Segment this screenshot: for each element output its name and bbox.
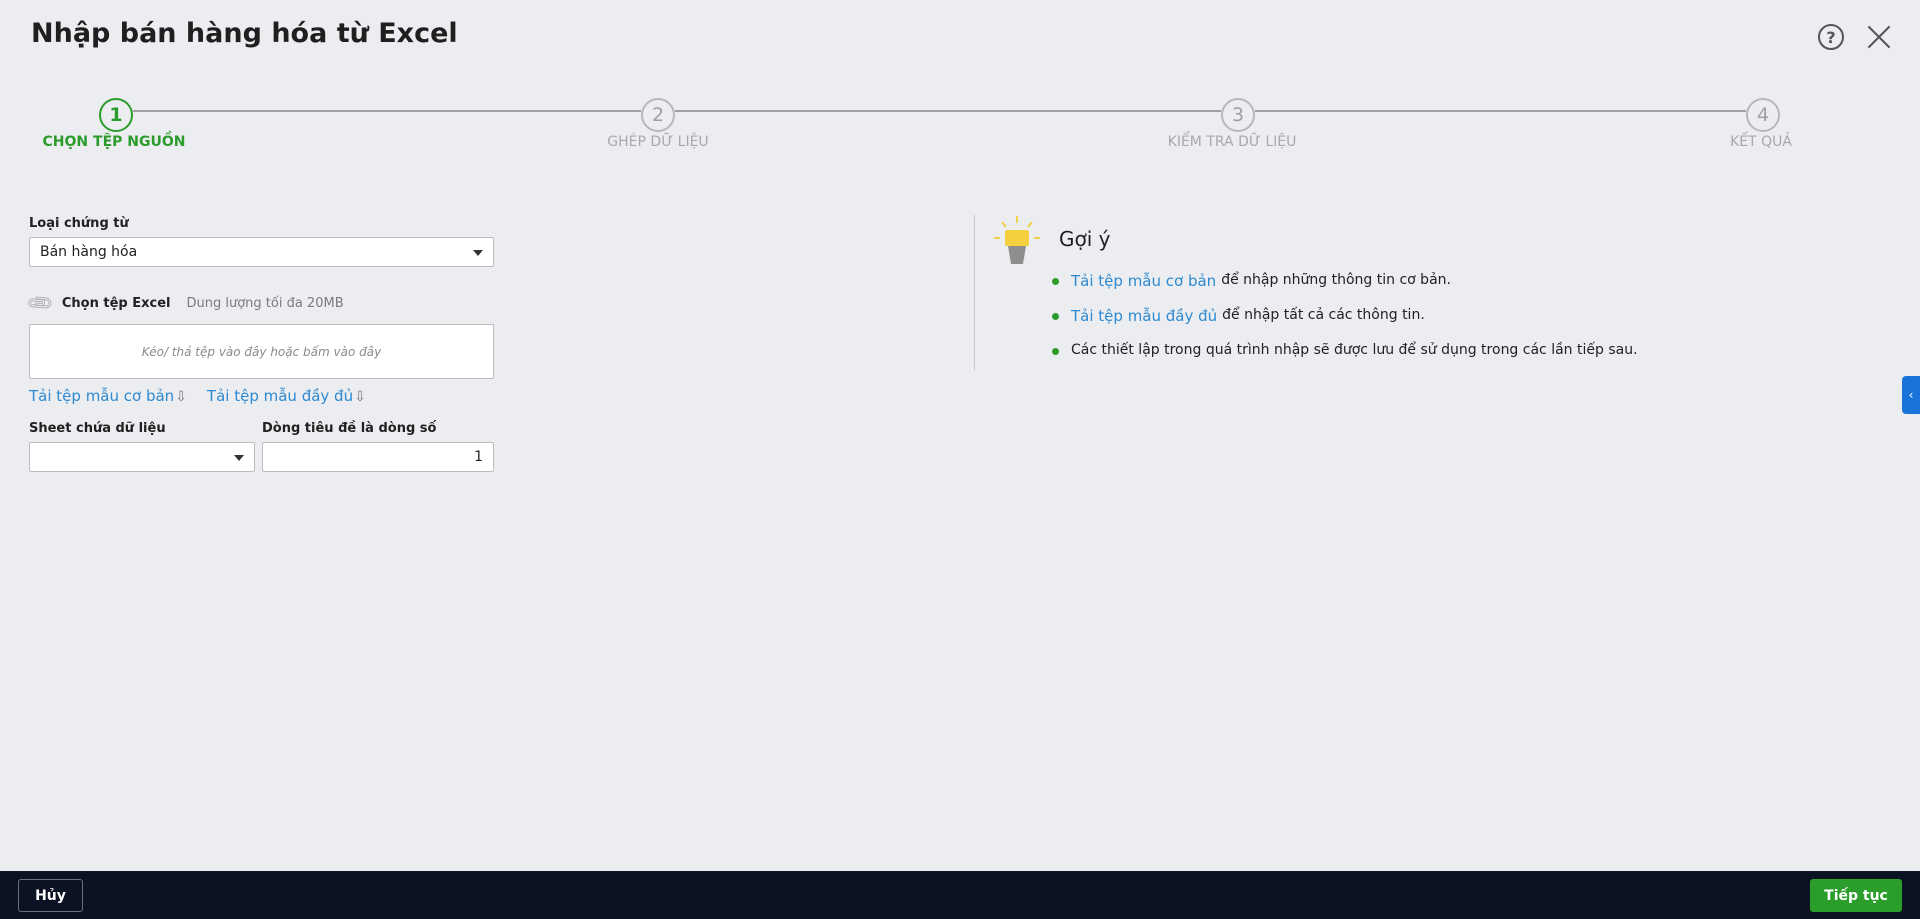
sheet-label: Sheet chứa dữ liệu [29, 421, 166, 436]
hint-item: Tải tệp mẫu cơ bản để nhập những thông t… [1052, 272, 1752, 307]
doc-type-select[interactable]: Bán hàng hóa [29, 237, 494, 267]
file-dropzone[interactable]: Kéo/ thả tệp vào đây hoặc bấm vào đây [29, 324, 494, 379]
chevron-left-icon: ‹ [1908, 388, 1914, 402]
bullet-dot [1052, 278, 1059, 285]
hint-basic-template-link[interactable]: Tải tệp mẫu cơ bản [1071, 272, 1216, 290]
header-row-col: Dòng tiêu đề là dòng số [262, 421, 494, 472]
template-links: Tải tệp mẫu cơ bản⇩ Tải tệp mẫu đầy đủ⇩ [29, 387, 495, 405]
file-size-hint: Dung lượng tối đa 20MB [186, 296, 344, 311]
paperclip-icon: 📎︎ [24, 288, 56, 319]
dialog-actions: ? [1818, 24, 1892, 50]
download-arrow-icon: ⇩ [354, 389, 366, 405]
hint-full-template-link[interactable]: Tải tệp mẫu đầy đủ [1071, 307, 1217, 325]
source-file-form: Loại chứng từ Bán hàng hóa 📎︎ Chọn tệp E… [25, 216, 495, 472]
cancel-button[interactable]: Hủy [18, 879, 83, 912]
download-full-template-link[interactable]: Tải tệp mẫu đầy đủ⇩ [207, 387, 366, 405]
step-1-label: CHỌN TỆP NGUỒN [42, 134, 186, 150]
sheet-col: Sheet chứa dữ liệu [29, 421, 255, 472]
stepper-line-1 [133, 110, 641, 112]
step-1-circle: 1 [99, 98, 133, 132]
panel-divider [974, 215, 975, 371]
stepper-line-3 [1255, 110, 1746, 112]
hint-item: Tải tệp mẫu đầy đủ để nhập tất cả các th… [1052, 307, 1752, 342]
caret-down-icon [234, 455, 244, 461]
step-3-label: KIỂM TRA DỮ LIỆU [1167, 134, 1297, 150]
file-label: Chọn tệp Excel [61, 296, 171, 311]
step-2-circle: 2 [641, 98, 675, 132]
header-row-input[interactable] [262, 442, 494, 472]
doc-type-value: Bán hàng hóa [40, 244, 138, 260]
hint-item-text: để nhập những thông tin cơ bản. [1221, 272, 1451, 288]
header-row-label: Dòng tiêu đề là dòng số [262, 421, 437, 436]
hint-title: Gợi ý [1059, 227, 1111, 251]
basic-template-text: Tải tệp mẫu cơ bản [29, 387, 175, 405]
step-2-label: GHÉP DỮ LIỆU [607, 134, 709, 150]
hint-item-text: để nhập tất cả các thông tin. [1222, 307, 1425, 323]
hint-list: Tải tệp mẫu cơ bản để nhập những thông t… [1052, 272, 1752, 377]
doc-type-label: Loại chứng từ [29, 216, 129, 231]
download-arrow-icon: ⇩ [175, 389, 187, 405]
sheet-select[interactable] [29, 442, 255, 472]
sheet-row: Sheet chứa dữ liệu Dòng tiêu đề là dòng … [29, 421, 495, 472]
hint-item-text: Các thiết lập trong quá trình nhập sẽ đư… [1071, 342, 1638, 358]
dialog-title: Nhập bán hàng hóa từ Excel [31, 18, 458, 49]
step-4-label: KẾT QUẢ [1730, 134, 1792, 150]
file-header: 📎︎ Chọn tệp Excel Dung lượng tối đa 20MB [25, 288, 495, 319]
download-basic-template-link[interactable]: Tải tệp mẫu cơ bản⇩ [29, 387, 187, 405]
bullet-dot [1052, 348, 1059, 355]
next-button[interactable]: Tiếp tục [1810, 879, 1902, 912]
lightbulb-icon [994, 216, 1040, 264]
step-3-circle: 3 [1221, 98, 1255, 132]
side-panel-toggle[interactable]: ‹ [1902, 376, 1920, 414]
caret-down-icon [473, 250, 483, 256]
close-icon[interactable] [1866, 24, 1892, 50]
stepper-line-2 [675, 110, 1221, 112]
full-template-text: Tải tệp mẫu đầy đủ [206, 387, 354, 405]
step-4-circle: 4 [1746, 98, 1780, 132]
hint-item: Các thiết lập trong quá trình nhập sẽ đư… [1052, 342, 1752, 377]
footer-bar: Hủy Tiếp tục [0, 871, 1920, 919]
import-stepper: 1 2 3 4 CHỌN TỆP NGUỒN GHÉP DỮ LIỆU KIỂM… [0, 98, 1920, 158]
help-circle-icon[interactable]: ? [1818, 24, 1844, 50]
bullet-dot [1052, 313, 1059, 320]
